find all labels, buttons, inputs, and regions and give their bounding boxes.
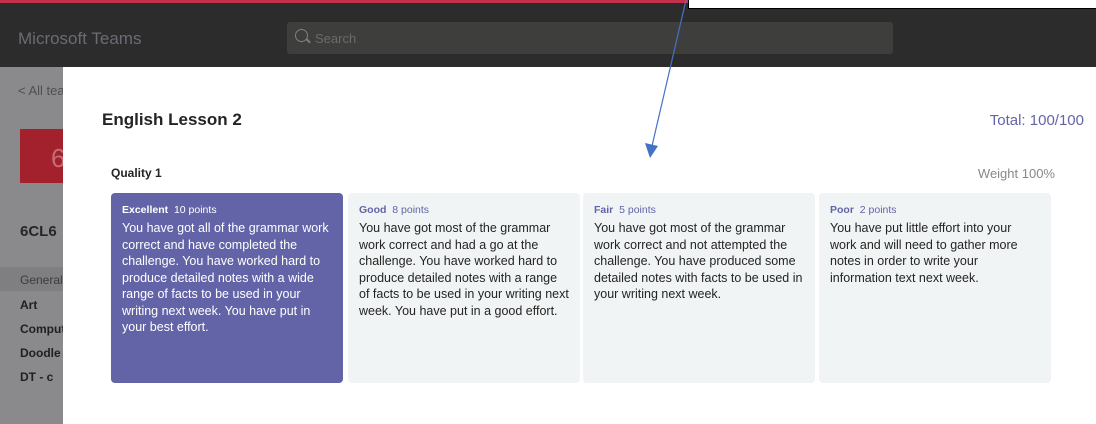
annotation-arrow-line <box>651 0 687 147</box>
annotation-arrow-head <box>645 143 658 158</box>
annotation-arrow <box>645 0 687 158</box>
